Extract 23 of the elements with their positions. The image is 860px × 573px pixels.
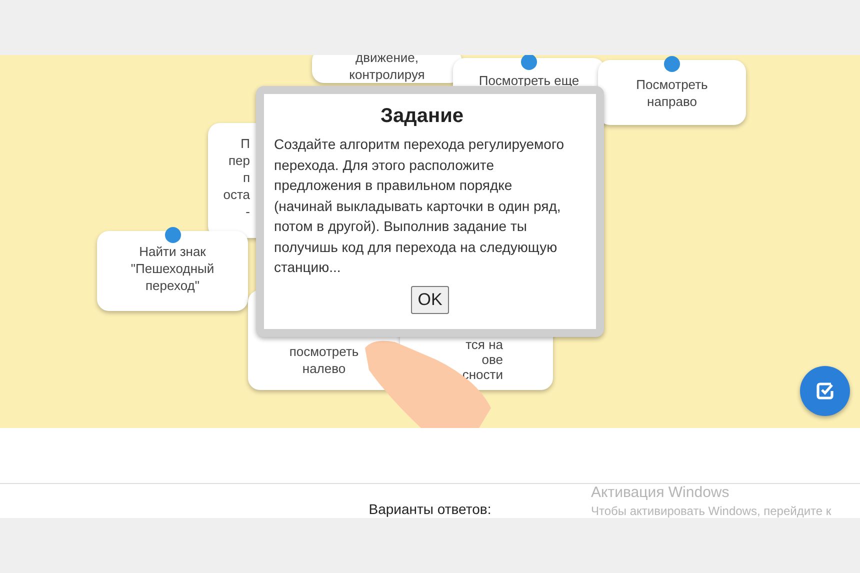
card-text: ове	[482, 352, 503, 367]
card-text: движение,	[356, 55, 418, 66]
card-text: оста	[223, 186, 250, 203]
card-text: Посмотреть	[636, 76, 708, 93]
card-text: тся на	[466, 337, 503, 352]
answers-label: Варианты ответов:	[368, 501, 492, 517]
card-text: налево	[302, 360, 346, 377]
dialog-text: Создайте алгоритм перехода регулируемого перехода. Для этого расположите предложения в правильном порядке (начинай выкладывать карточки в один ряд, потом в другой). Выполнив задание ты получишь код для перехода на следующую станцию...	[274, 135, 566, 277]
card-text: Посмотреть еще	[478, 72, 580, 89]
card-text: П	[240, 135, 250, 152]
card-text: контролируя	[349, 66, 425, 83]
card-text: пер	[228, 152, 250, 169]
card-text: п	[242, 169, 250, 186]
card-text: "Пешеходный	[130, 260, 214, 277]
activation-text: Чтобы активировать Windows, перейдите к	[591, 503, 832, 520]
card-text: посмотреть	[289, 343, 359, 360]
dialog-title: Задание	[380, 104, 464, 128]
activation-title: Активация Windows	[591, 484, 730, 502]
card-text: -	[246, 203, 250, 220]
card-text: Найти знак	[139, 243, 206, 260]
card-text: направо	[647, 93, 697, 110]
card-text: сности	[462, 367, 503, 382]
card-text: переход"	[146, 277, 200, 294]
